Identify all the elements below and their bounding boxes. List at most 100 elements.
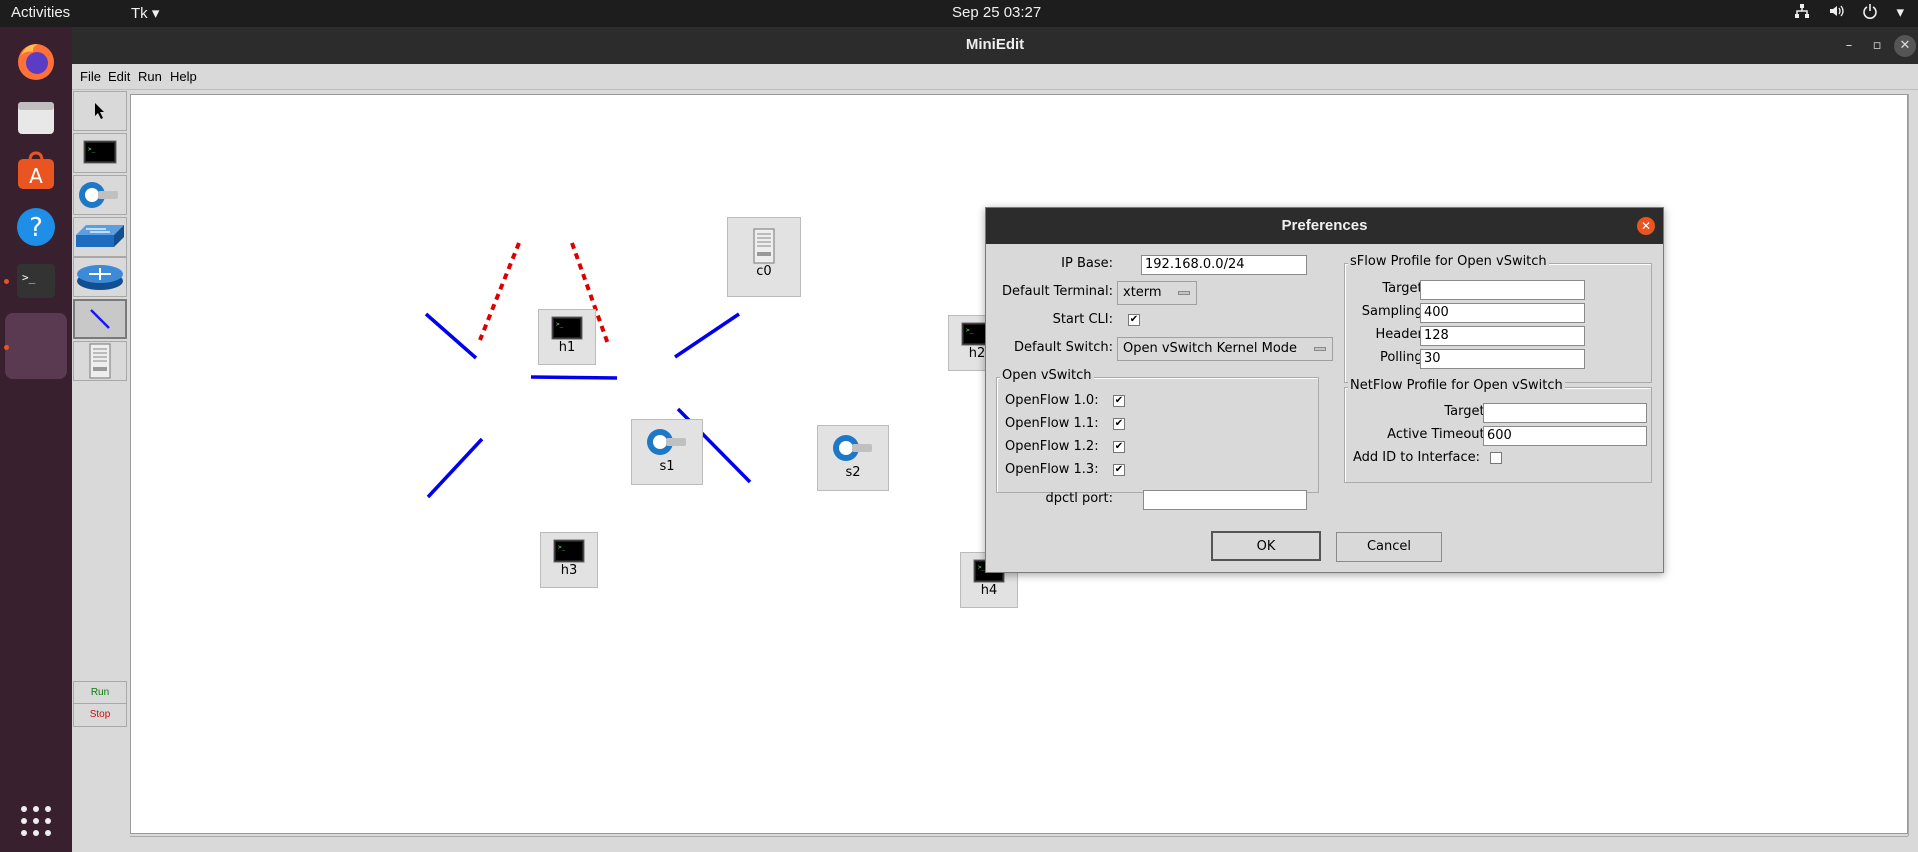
sflow-header-input[interactable]: 128 — [1420, 326, 1585, 346]
host-icon: >_ — [553, 539, 585, 563]
openflow-12-checkbox[interactable]: ✔ — [1113, 441, 1125, 453]
dock: A ? >_ — [0, 27, 72, 852]
sflow-sampling-input[interactable]: 400 — [1420, 303, 1585, 323]
default-terminal-label: Default Terminal: — [1002, 284, 1113, 299]
sflow-polling-label: Polling: — [1379, 350, 1427, 365]
ok-button[interactable]: OK — [1211, 531, 1321, 561]
network-icon[interactable] — [1794, 3, 1810, 23]
cancel-button[interactable]: Cancel — [1336, 532, 1442, 562]
vertical-scrollbar[interactable] — [1908, 94, 1918, 836]
host-node[interactable]: >_ h3 — [540, 532, 598, 588]
netflow-target-label: Target: — [1444, 404, 1489, 419]
horizontal-scrollbar[interactable] — [130, 836, 1908, 850]
link-h1-s1 — [424, 312, 478, 360]
help-icon[interactable]: ? — [12, 203, 60, 251]
dialog-title: Preferences — [1281, 217, 1368, 234]
host-tool[interactable]: >_ — [73, 133, 127, 173]
firefox-icon[interactable] — [12, 37, 60, 85]
open-vswitch-group-label: Open vSwitch — [1000, 368, 1094, 383]
svg-text:>_: >_ — [22, 271, 36, 284]
svg-text:>_: >_ — [556, 321, 564, 328]
dpctl-port-input[interactable] — [1143, 490, 1307, 510]
power-icon[interactable] — [1862, 3, 1878, 23]
preferences-dialog: Preferences ✕ IP Base: 192.168.0.0/24 De… — [985, 207, 1664, 573]
svg-text:A: A — [29, 164, 43, 188]
netflow-group-label: NetFlow Profile for Open vSwitch — [1348, 378, 1565, 393]
default-switch-label: Default Switch: — [1014, 340, 1113, 355]
system-tray[interactable]: ▾ — [1794, 3, 1904, 23]
controller-tool[interactable] — [73, 341, 127, 381]
default-terminal-select[interactable]: xterm — [1117, 281, 1197, 305]
select-tool[interactable] — [73, 91, 127, 131]
add-id-label: Add ID to Interface: — [1353, 450, 1481, 465]
files-icon[interactable] — [12, 93, 60, 141]
tool-palette: >_ Run Stop — [72, 91, 128, 852]
ip-base-input[interactable]: 192.168.0.0/24 — [1141, 255, 1307, 275]
sflow-sampling-label: Sampling: — [1361, 304, 1427, 319]
chevron-down-icon[interactable]: ▾ — [1896, 3, 1904, 23]
netflow-active-timeout-label: Active Timeout: — [1387, 427, 1489, 442]
chevron-down-icon: ▾ — [151, 5, 160, 22]
controller-icon — [753, 228, 775, 264]
controller-icon — [89, 343, 111, 379]
show-apps-icon[interactable] — [12, 797, 60, 845]
menu-file[interactable]: File — [80, 69, 101, 84]
link-icon — [90, 309, 110, 329]
openflow-switch-icon — [79, 182, 118, 208]
openflow-11-label: OpenFlow 1.1: — [1005, 416, 1099, 431]
clock[interactable]: Sep 25 03:27 — [952, 4, 1041, 21]
switch-node[interactable]: s1 — [631, 419, 703, 485]
default-terminal-value: xterm — [1123, 285, 1162, 300]
openflow-switch-icon — [647, 429, 686, 455]
app-center-icon[interactable]: A — [12, 147, 60, 195]
sflow-target-input[interactable] — [1420, 280, 1585, 300]
option-menu-indicator-icon — [1178, 291, 1190, 295]
legacy-switch-tool[interactable] — [73, 217, 127, 257]
host-icon: >_ — [83, 140, 117, 164]
switch-tool[interactable] — [73, 175, 127, 215]
node-label: s2 — [845, 465, 861, 480]
node-label: c0 — [756, 264, 772, 279]
openflow-10-checkbox[interactable]: ✔ — [1113, 395, 1125, 407]
menu-run[interactable]: Run — [138, 69, 162, 84]
close-icon[interactable]: ✕ — [1637, 217, 1655, 235]
close-icon[interactable]: ✕ — [1894, 35, 1916, 57]
sflow-polling-input[interactable]: 30 — [1420, 349, 1585, 369]
router-tool[interactable] — [73, 257, 127, 297]
link-s1-s2 — [530, 375, 618, 380]
netflow-active-timeout-input[interactable]: 600 — [1483, 426, 1647, 446]
svg-text:?: ? — [29, 213, 43, 243]
stop-button[interactable]: Stop — [73, 703, 127, 727]
window-title: MiniEdit — [965, 36, 1025, 53]
window-titlebar[interactable]: MiniEdit – ▫ ✕ — [72, 27, 1918, 64]
default-switch-select[interactable]: Open vSwitch Kernel Mode — [1117, 337, 1333, 361]
app-menu[interactable]: Tk ▾ — [131, 4, 159, 22]
router-icon — [77, 265, 123, 290]
host-node[interactable]: >_ h1 — [538, 309, 596, 365]
openflow-11-checkbox[interactable]: ✔ — [1113, 418, 1125, 430]
switch-node[interactable]: s2 — [817, 425, 889, 491]
add-id-checkbox[interactable] — [1490, 452, 1502, 464]
controller-node[interactable]: c0 — [727, 217, 801, 297]
node-label: h2 — [968, 346, 986, 361]
menu-bar: File Edit Run Help — [72, 64, 1918, 90]
link-s2-h2 — [674, 312, 740, 359]
maximize-icon[interactable]: ▫ — [1866, 35, 1888, 57]
cursor-icon — [95, 103, 104, 119]
openflow-13-checkbox[interactable]: ✔ — [1113, 464, 1125, 476]
terminal-icon[interactable]: >_ — [12, 257, 60, 305]
menu-edit[interactable]: Edit — [108, 69, 130, 84]
run-button[interactable]: Run — [73, 681, 127, 705]
openflow-switch-icon — [833, 435, 872, 461]
start-cli-checkbox[interactable]: ✔ — [1128, 314, 1140, 326]
app-menu-label: Tk — [131, 5, 148, 22]
link-tool[interactable] — [73, 299, 127, 339]
volume-icon[interactable] — [1828, 3, 1845, 23]
miniedit-dock-icon[interactable] — [5, 313, 67, 379]
dialog-titlebar[interactable]: Preferences ✕ — [986, 208, 1663, 244]
minimize-icon[interactable]: – — [1838, 35, 1860, 57]
node-label: s1 — [659, 459, 675, 474]
menu-help[interactable]: Help — [170, 69, 197, 84]
activities-button[interactable]: Activities — [11, 4, 70, 21]
netflow-target-input[interactable] — [1483, 403, 1647, 423]
